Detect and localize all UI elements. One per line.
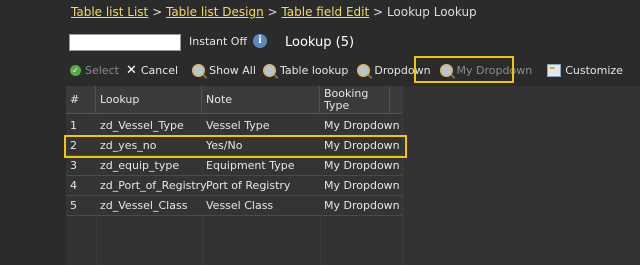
show-all-button-label: Show All [209,64,256,77]
breadcrumb-current: Lookup Lookup [386,5,477,19]
page-title: Lookup (5) [285,35,355,50]
customize-button[interactable]: Customize [547,64,623,77]
cell-lookup: zd_Vessel_Class [100,199,188,212]
cell-note: Vessel Class [206,199,274,212]
select-button-label: Select [85,64,119,77]
column-divider [402,86,403,265]
show-all-button[interactable]: Show All [192,64,256,77]
cell-lookup: zd_Vessel_Type [100,119,184,132]
breadcrumb-link-table-list-design[interactable]: Table list Design [166,5,264,19]
cancel-button-label: Cancel [140,64,179,77]
magnifier-icon [192,64,206,77]
column-header-note[interactable]: Note [202,86,320,113]
cell-booking-type: My Dropdown [324,159,400,172]
breadcrumb-link-table-field-edit[interactable]: Table field Edit [281,5,369,19]
cell-note: Port of Registry [206,179,291,192]
column-header-lookup[interactable]: Lookup [96,86,202,113]
breadcrumb: Table list List > Table list Design > Ta… [71,5,477,19]
table-lookup-button[interactable]: Table lookup [262,64,349,77]
breadcrumb-separator: > [267,5,278,19]
cell-number: 3 [70,159,77,172]
column-header-number[interactable]: # [66,86,96,113]
breadcrumb-separator: > [152,5,163,19]
customize-icon [547,64,562,77]
cell-number: 4 [70,179,77,192]
my-dropdown-highlight [414,56,514,83]
cell-lookup: zd_Port_of_Registry [100,179,207,192]
breadcrumb-separator: > [373,5,384,19]
breadcrumb-link-table-list-list[interactable]: Table list List [71,5,148,19]
magnifier-icon [262,64,276,77]
magnifier-icon [357,64,371,77]
search-input[interactable] [69,34,181,51]
table-row[interactable]: 1 zd_Vessel_Type Vessel Type My Dropdown [66,116,402,136]
select-button[interactable]: ✓ Select [70,64,119,77]
table-header: # Lookup Note Booking Type [66,86,402,114]
cell-booking-type: My Dropdown [324,199,400,212]
table-lookup-button-label: Table lookup [279,64,349,77]
toolbar: ✓ Select ✕ Cancel Show All Table lookup … [70,62,623,79]
customize-button-label: Customize [565,64,623,77]
cell-note: Equipment Type [206,159,295,172]
table-row[interactable]: 3 zd_equip_type Equipment Type My Dropdo… [66,156,402,176]
instant-toggle[interactable]: Instant Off [189,35,247,48]
cancel-button[interactable]: ✕ Cancel [126,64,178,77]
lookup-table: # Lookup Note Booking Type 1 zd_Vessel_T… [66,86,640,265]
row-highlight [64,135,407,158]
cell-number: 1 [70,119,77,132]
cell-number: 5 [70,199,77,212]
table-row[interactable]: 5 zd_Vessel_Class Vessel Class My Dropdo… [66,196,402,216]
table-row[interactable]: 4 zd_Port_of_Registry Port of Registry M… [66,176,402,196]
cell-booking-type: My Dropdown [324,119,400,132]
info-icon[interactable]: i [253,34,267,48]
cell-note: Vessel Type [206,119,270,132]
cell-lookup: zd_equip_type [100,159,180,172]
cell-booking-type: My Dropdown [324,179,400,192]
column-header-booking-type[interactable]: Booking Type [320,86,390,113]
close-icon: ✕ [125,63,137,78]
check-icon: ✓ [70,65,81,76]
